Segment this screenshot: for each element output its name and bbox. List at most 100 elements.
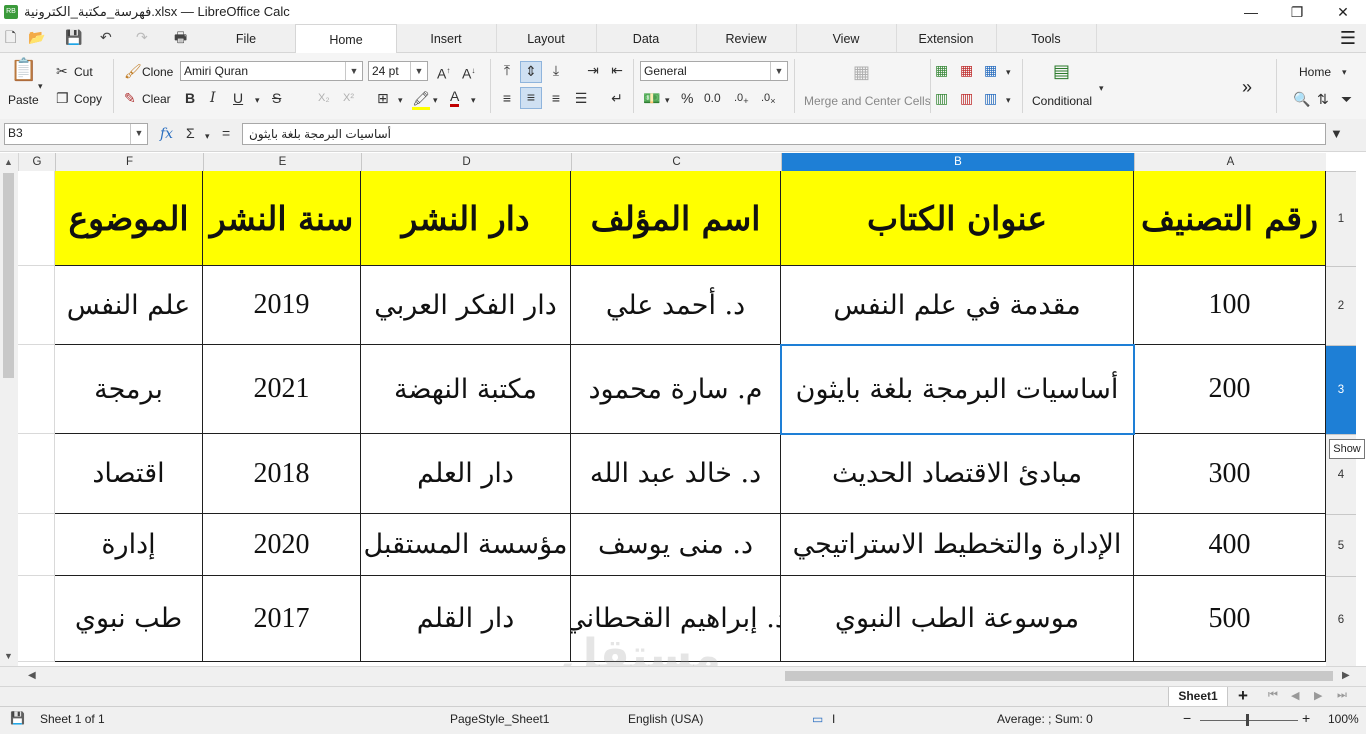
delete-decimal-icon[interactable]: .0× bbox=[761, 89, 776, 110]
empty-cell[interactable] bbox=[18, 266, 55, 345]
vertical-scroll-thumb[interactable] bbox=[3, 173, 14, 378]
merge-center-button[interactable]: Merge and Center Cells bbox=[804, 94, 931, 108]
sort-icon[interactable]: ⇅ bbox=[1317, 90, 1329, 108]
empty-cell[interactable] bbox=[18, 576, 55, 662]
align-top-icon[interactable]: ⤒ bbox=[497, 61, 517, 81]
currency-icon[interactable]: 💵 bbox=[643, 89, 660, 107]
table-cell[interactable]: مكتبة النهضة bbox=[361, 345, 571, 434]
row-header-6[interactable]: 6 bbox=[1326, 576, 1356, 662]
header-cell-year[interactable]: سنة النشر bbox=[203, 171, 361, 266]
grow-font-icon[interactable]: A↑ bbox=[437, 62, 450, 83]
table-cell[interactable]: م. سارة محمود bbox=[571, 345, 781, 434]
empty-cell[interactable] bbox=[18, 171, 55, 266]
horizontal-scroll-thumb[interactable] bbox=[785, 671, 1333, 681]
scroll-left-icon[interactable]: ◀ bbox=[28, 670, 36, 681]
function-wizard-icon[interactable]: fx bbox=[160, 125, 173, 143]
name-box[interactable]: B3 ▼ bbox=[4, 123, 148, 145]
underline-icon[interactable]: U bbox=[233, 89, 243, 107]
table-cell[interactable]: مبادئ الاقتصاد الحديث bbox=[781, 434, 1134, 514]
formula-input[interactable]: أساسيات البرمجة بلغة بايثون bbox=[242, 123, 1326, 145]
chevron-down-icon[interactable]: ▼ bbox=[410, 62, 427, 80]
conditional-dropdown-icon[interactable]: ▾ bbox=[1099, 79, 1104, 97]
selection-mode-icon[interactable]: ▭ bbox=[812, 712, 823, 726]
add-decimal-icon[interactable]: .0+ bbox=[734, 89, 749, 110]
chevron-down-icon[interactable]: ▼ bbox=[130, 124, 147, 144]
row-header-2[interactable]: 2 bbox=[1326, 266, 1356, 345]
close-button[interactable]: ✕ bbox=[1320, 0, 1366, 24]
italic-icon[interactable]: I bbox=[210, 89, 216, 107]
table-cell[interactable]: مؤسسة المستقبل bbox=[361, 514, 571, 576]
column-header-g[interactable]: G bbox=[18, 153, 55, 171]
delete-columns-icon[interactable]: ▥ bbox=[960, 89, 973, 107]
column-options-dropdown-icon[interactable]: ▾ bbox=[1006, 91, 1011, 109]
zoom-slider-thumb[interactable] bbox=[1246, 714, 1249, 726]
tab-insert[interactable]: Insert bbox=[396, 24, 497, 52]
column-header-d[interactable]: D bbox=[361, 153, 571, 171]
table-cell[interactable]: 200 bbox=[1134, 345, 1326, 434]
header-cell-classification[interactable]: رقم التصنيف bbox=[1134, 171, 1326, 266]
column-header-a[interactable]: A bbox=[1134, 153, 1326, 171]
clone-formatting-icon[interactable]: 🖌 bbox=[124, 62, 142, 80]
table-cell[interactable]: د. منى يوسف bbox=[571, 514, 781, 576]
open-folder-icon[interactable]: 📂 bbox=[28, 28, 45, 46]
copy-button[interactable]: Copy bbox=[74, 92, 102, 106]
empty-cell[interactable] bbox=[18, 514, 55, 576]
spreadsheet-grid[interactable]: رقم التصنيف عنوان الكتاب اسم المؤلف دار … bbox=[18, 171, 1326, 666]
table-cell[interactable]: 500 bbox=[1134, 576, 1326, 662]
header-cell-author[interactable]: اسم المؤلف bbox=[571, 171, 781, 266]
highlight-icon[interactable]: 🖍 bbox=[412, 89, 430, 110]
decrease-indent-icon[interactable]: ⇤ bbox=[607, 61, 627, 79]
table-cell[interactable]: الإدارة والتخطيط الاستراتيجي bbox=[781, 514, 1134, 576]
column-options-icon[interactable]: ▥ bbox=[984, 89, 997, 107]
tab-file[interactable]: File bbox=[197, 24, 296, 52]
table-cell[interactable]: دار العلم bbox=[361, 434, 571, 514]
horizontal-scrollbar[interactable]: ◀ ▶ bbox=[0, 666, 1366, 687]
table-cell[interactable]: 2019 bbox=[203, 266, 361, 345]
zoom-out-icon[interactable]: − bbox=[1183, 710, 1191, 726]
number-format-box[interactable]: General ▼ bbox=[640, 61, 788, 81]
paste-label[interactable]: Paste bbox=[8, 93, 39, 107]
superscript-icon[interactable]: X² bbox=[343, 89, 354, 107]
tab-layout[interactable]: Layout bbox=[496, 24, 597, 52]
increase-indent-icon[interactable]: ⇥ bbox=[583, 61, 603, 79]
highlight-dropdown-icon[interactable]: ▾ bbox=[433, 91, 438, 109]
table-cell[interactable]: برمجة bbox=[55, 345, 203, 434]
borders-icon[interactable]: ⊞ bbox=[377, 89, 389, 107]
header-cell-title[interactable]: عنوان الكتاب bbox=[781, 171, 1134, 266]
tab-view[interactable]: View bbox=[796, 24, 897, 52]
insert-rows-icon[interactable]: ▦ bbox=[935, 61, 948, 79]
align-center-icon[interactable]: ≡ bbox=[520, 87, 542, 109]
last-sheet-icon[interactable]: ⏭ bbox=[1337, 689, 1347, 702]
zoom-slider[interactable] bbox=[1200, 720, 1298, 721]
formula-equals-icon[interactable]: = bbox=[222, 124, 230, 142]
empty-cell[interactable] bbox=[18, 345, 55, 434]
chevron-down-icon[interactable]: ▾ bbox=[1342, 63, 1347, 81]
table-cell[interactable]: 2018 bbox=[203, 434, 361, 514]
column-header-e[interactable]: E bbox=[203, 153, 361, 171]
cut-button[interactable]: Cut bbox=[74, 65, 93, 79]
table-cell-selected[interactable]: أساسيات البرمجة بلغة بايثون bbox=[781, 345, 1134, 434]
row-options-icon[interactable]: ▦ bbox=[984, 61, 997, 79]
empty-cell[interactable] bbox=[18, 434, 55, 514]
table-cell[interactable]: طب نبوي bbox=[55, 576, 203, 662]
align-left-icon[interactable]: ≡ bbox=[497, 89, 517, 107]
borders-dropdown-icon[interactable]: ▾ bbox=[398, 91, 403, 109]
column-header-b[interactable]: B bbox=[781, 153, 1134, 171]
insert-mode-icon[interactable]: I bbox=[832, 712, 835, 726]
font-name-box[interactable]: Amiri Quran ▼ bbox=[180, 61, 363, 81]
vertical-scrollbar[interactable]: ▲ ▼ bbox=[0, 153, 19, 666]
table-cell[interactable]: مقدمة في علم النفس bbox=[781, 266, 1134, 345]
table-cell[interactable]: 2021 bbox=[203, 345, 361, 434]
tab-tools[interactable]: Tools bbox=[996, 24, 1097, 52]
number-format-icon[interactable]: 0.0 bbox=[704, 89, 721, 107]
document-modified-icon[interactable]: 💾 bbox=[10, 711, 25, 725]
undo-icon[interactable]: ↶ bbox=[100, 28, 112, 46]
tab-extension[interactable]: Extension bbox=[896, 24, 997, 52]
table-cell[interactable]: علم النفس bbox=[55, 266, 203, 345]
insert-columns-icon[interactable]: ▥ bbox=[935, 89, 948, 107]
justify-icon[interactable]: ☰ bbox=[571, 89, 591, 107]
strikethrough-icon[interactable]: S bbox=[272, 89, 281, 107]
scroll-down-icon[interactable]: ▼ bbox=[4, 651, 13, 661]
table-cell[interactable]: 400 bbox=[1134, 514, 1326, 576]
table-cell[interactable]: اقتصاد bbox=[55, 434, 203, 514]
